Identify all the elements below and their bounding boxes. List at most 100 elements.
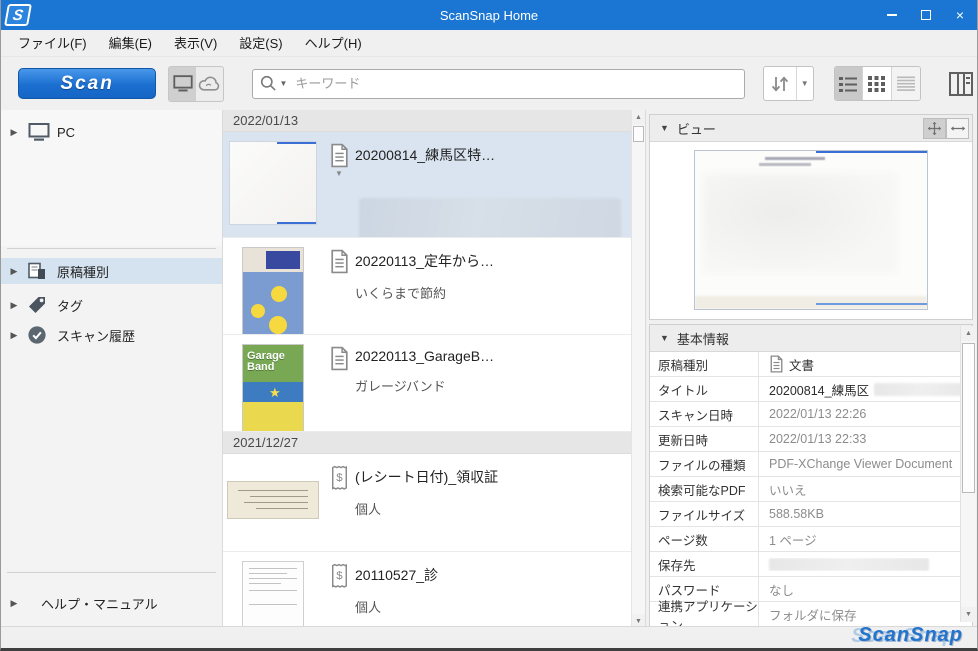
maximize-button[interactable] (909, 0, 943, 30)
date-group-header: 2022/01/13 (223, 110, 631, 132)
title-bar: S ScanSnap Home × (1, 0, 977, 30)
list-item[interactable]: ▼ 20200814_練馬区特… (223, 132, 631, 238)
date-group-header: 2021/12/27 (223, 432, 631, 454)
info-panel-title: 基本情報 (677, 329, 729, 348)
scroll-up-button[interactable]: ▲ (961, 326, 976, 341)
list-item[interactable]: $ (レシート日付)_領収証 個人 (223, 454, 631, 552)
preview-document (694, 150, 928, 310)
svg-text:$: $ (336, 472, 343, 484)
preview-area[interactable] (650, 143, 972, 319)
scrollbar-thumb[interactable] (962, 343, 975, 493)
info-row-file-type: ファイルの種類 PDF-XChange Viewer Document (650, 452, 972, 477)
info-value: 2022/01/13 22:33 (759, 432, 972, 446)
details-view-icon (896, 75, 916, 93)
sidebar-help-label: ヘルプ・マニュアル (41, 594, 158, 613)
book-cover-thumbnail (242, 247, 304, 335)
info-panel: ▼ 基本情報 原稿種別 文書 タイトル 20200814_練馬 (649, 324, 973, 626)
search-filter-dropdown[interactable]: ▼ (280, 79, 288, 88)
app-window: S ScanSnap Home × ファイル(F) 編集(E) 表示(V) 設定… (0, 0, 978, 651)
sidebar-pc-label: PC (57, 125, 75, 140)
pan-mode-button[interactable] (923, 118, 946, 139)
scroll-down-button[interactable]: ▼ (961, 607, 976, 622)
document-icon (329, 249, 350, 274)
panel-layout-button[interactable] (945, 66, 977, 101)
info-row-doc-type: 原稿種別 文書 (650, 352, 972, 377)
menu-settings[interactable]: 設定(S) (228, 30, 293, 57)
receipt-icon: $ (329, 563, 350, 588)
scroll-up-button[interactable]: ▲ (632, 110, 645, 125)
info-value: いいえ (759, 480, 972, 499)
view-panel-header[interactable]: ▼ ビュー (650, 115, 972, 142)
cloud-icon (197, 75, 221, 93)
sidebar-divider (7, 248, 216, 249)
sidebar-divider (7, 572, 216, 573)
info-value: 2022/01/13 22:26 (759, 407, 972, 421)
book-cover-thumbnail: Garage Band ★ (242, 344, 304, 432)
view-details-button[interactable] (892, 67, 921, 100)
view-mode-group (834, 66, 922, 101)
toolbar: Scan ▼ ▼ (1, 57, 977, 110)
pc-target-button[interactable] (169, 67, 196, 101)
expand-arrow-icon[interactable]: ▶ (1, 598, 27, 609)
sidebar-item-help-manual[interactable]: ▶ ヘルプ・マニュアル (1, 590, 222, 616)
menu-view[interactable]: 表示(V) (163, 30, 228, 57)
sort-toggle[interactable] (764, 67, 796, 100)
menu-file[interactable]: ファイル(F) (7, 30, 98, 57)
list-scrollbar[interactable]: ▲ ▼ (631, 110, 645, 629)
thumbnail-text: Garage Band (247, 351, 293, 373)
view-grid-button[interactable] (863, 67, 892, 100)
info-value: 20200814_練馬区 (769, 380, 869, 399)
window-title: ScanSnap Home (1, 8, 977, 23)
info-panel-header[interactable]: ▼ 基本情報 (650, 325, 972, 352)
expand-arrow-icon[interactable]: ▶ (1, 127, 27, 138)
chevron-down-icon[interactable]: ▼ (335, 169, 343, 178)
view-list-button[interactable] (835, 67, 864, 100)
sidebar-history-label: スキャン履歴 (57, 326, 135, 345)
info-value: なし (759, 580, 972, 599)
expand-arrow-icon[interactable]: ▶ (1, 266, 27, 277)
menu-edit[interactable]: 編集(E) (98, 30, 163, 57)
document-icon (329, 346, 350, 371)
minimize-button[interactable] (875, 0, 909, 30)
info-value: PDF-XChange Viewer Document (759, 457, 972, 471)
info-row-file-size: ファイルサイズ 588.58KB (650, 502, 972, 527)
search-input[interactable] (295, 76, 737, 91)
list-item[interactable]: Garage Band ★ 20220113_GarageB… ガレージバンド (223, 335, 631, 432)
list-item[interactable]: $ 20110527_診 個人 (223, 552, 631, 629)
info-value: 1 ページ (759, 530, 972, 549)
info-row-modified-date: 更新日時 2022/01/13 22:33 (650, 427, 972, 452)
expand-arrow-icon[interactable]: ▶ (1, 300, 27, 311)
main-area: ▶ PC ▶ 原稿種別 ▶ タグ ▶ スキャン履歴 (1, 110, 977, 629)
move-icon (927, 121, 942, 136)
info-row-searchable-pdf: 検索可能なPDF いいえ (650, 477, 972, 502)
sidebar-item-tag[interactable]: ▶ タグ (1, 292, 222, 318)
sidebar-item-pc[interactable]: ▶ PC (1, 119, 222, 145)
sort-arrows-icon (769, 73, 791, 95)
expand-arrow-icon[interactable]: ▶ (1, 330, 27, 341)
sort-dropdown[interactable]: ▼ (796, 67, 813, 100)
item-title: 20200814_練馬区特… (355, 145, 631, 165)
item-title: (レシート日付)_領収証 (355, 467, 631, 487)
cloud-target-button[interactable] (196, 67, 223, 101)
panel-layout-icon (948, 71, 974, 97)
menu-help[interactable]: ヘルプ(H) (294, 30, 373, 57)
info-row-title: タイトル 20200814_練馬区 (650, 377, 972, 402)
info-scrollbar[interactable]: ▲ ▼ (960, 326, 976, 622)
scrollbar-thumb[interactable] (633, 126, 644, 142)
tag-icon (27, 295, 47, 315)
sidebar-doc-type-label: 原稿種別 (57, 262, 109, 281)
info-row-scan-date: スキャン日時 2022/01/13 22:26 (650, 402, 972, 427)
sidebar-item-scan-history[interactable]: ▶ スキャン履歴 (1, 322, 222, 348)
document-icon (329, 143, 350, 168)
scansnap-watermark: ScanSnap (858, 624, 963, 647)
scansnap-logo-icon: S (4, 4, 32, 26)
scan-button[interactable]: Scan (18, 68, 156, 99)
list-item[interactable]: 20220113_定年から… いくらまで節約 (223, 238, 631, 335)
right-panel: ▼ ビュー (645, 110, 977, 629)
sidebar-item-doc-type[interactable]: ▶ 原稿種別 (1, 258, 222, 284)
info-table: 原稿種別 文書 タイトル 20200814_練馬区 (650, 352, 972, 625)
close-button[interactable]: × (943, 0, 977, 30)
fit-width-button[interactable] (946, 118, 969, 139)
item-title: 20110527_診 (355, 565, 631, 585)
receipt-thumbnail (227, 481, 319, 519)
